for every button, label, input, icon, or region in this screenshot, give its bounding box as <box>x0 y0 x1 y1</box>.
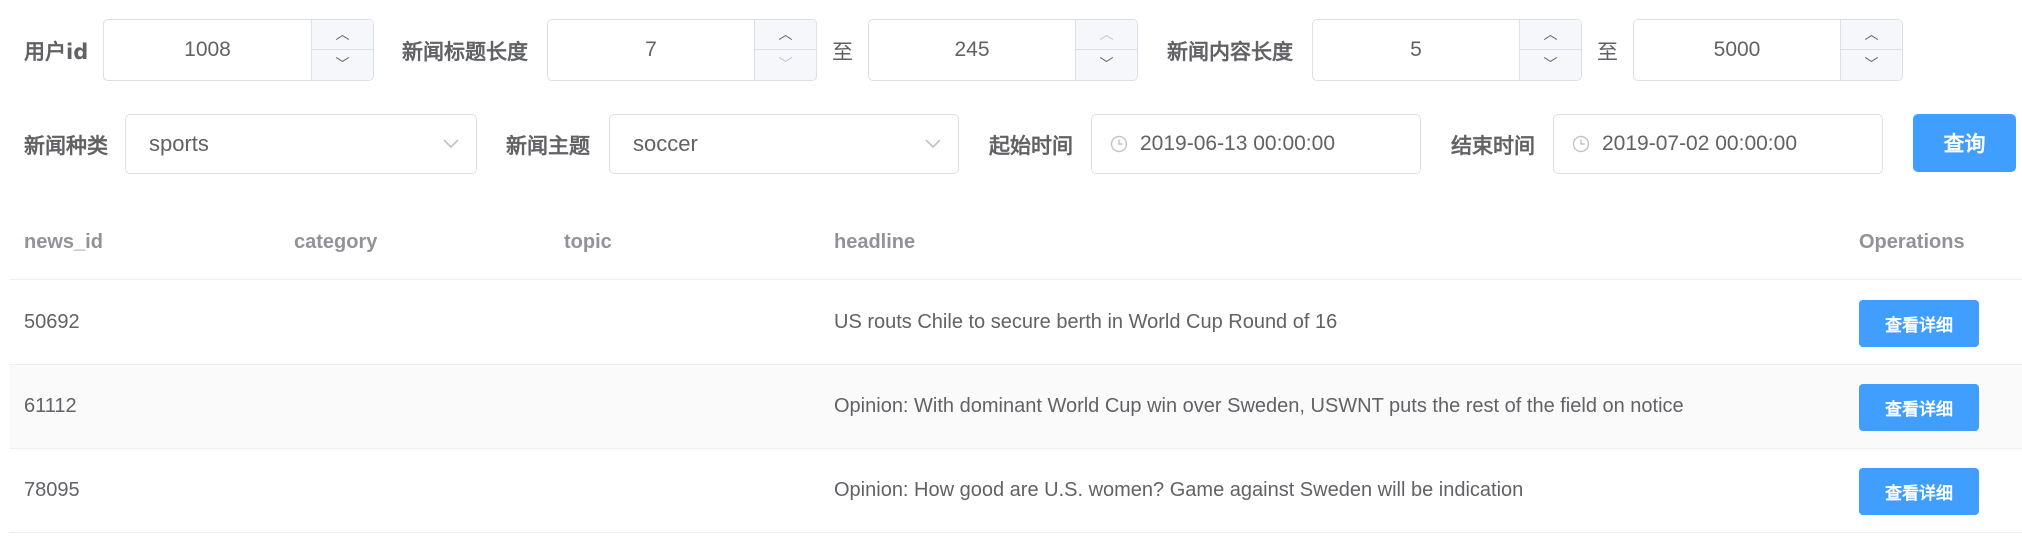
table-row: 61112 Opinion: With dominant World Cup w… <box>9 365 2022 449</box>
title-length-max-decrease-button[interactable]: ﹀ <box>1076 50 1137 80</box>
user-id-decrease-button[interactable]: ﹀ <box>312 50 373 80</box>
content-length-min-stepper[interactable]: ︿ ﹀ <box>1519 20 1581 80</box>
query-button[interactable]: 查询 <box>1913 114 2016 172</box>
chevron-down-icon: ﹀ <box>778 57 793 73</box>
column-header-operations: Operations <box>1859 231 1965 253</box>
content-length-to-label: 至 <box>1597 40 1618 64</box>
topic-label: 新闻主题 <box>506 134 590 158</box>
title-length-max-input[interactable]: 245 ︿ ﹀ <box>868 19 1138 81</box>
user-id-input[interactable]: 1008 ︿ ﹀ <box>103 19 374 81</box>
news-id-cell: 50692 <box>24 311 80 333</box>
chevron-down-icon: ﹀ <box>1864 57 1879 73</box>
end-time-label: 结束时间 <box>1451 134 1535 158</box>
title-length-label: 新闻标题长度 <box>402 40 528 64</box>
table-row: 50692 US routs Chile to secure berth in … <box>9 281 2022 365</box>
chevron-up-icon: ︿ <box>778 26 793 43</box>
title-length-to-label: 至 <box>832 40 853 64</box>
title-length-max-stepper[interactable]: ︿ ﹀ <box>1075 20 1137 80</box>
news-id-cell: 61112 <box>24 395 77 417</box>
chevron-down-icon <box>426 139 476 149</box>
chevron-up-icon: ︿ <box>335 26 350 43</box>
title-length-min-input[interactable]: 7 ︿ ﹀ <box>547 19 817 81</box>
end-time-value: 2019-07-02 00:00:00 <box>1602 132 1797 155</box>
user-id-increase-button[interactable]: ︿ <box>312 20 373 50</box>
headline-cell: Opinion: With dominant World Cup win ove… <box>834 395 1684 417</box>
view-details-button[interactable]: 查看详细 <box>1859 468 1979 515</box>
view-details-button[interactable]: 查看详细 <box>1859 300 1979 347</box>
column-header-topic: topic <box>564 231 612 253</box>
chevron-down-icon <box>908 139 958 149</box>
content-length-max-value[interactable]: 5000 <box>1634 20 1840 80</box>
start-time-label: 起始时间 <box>989 134 1073 158</box>
user-id-value[interactable]: 1008 <box>104 20 311 80</box>
column-header-headline: headline <box>834 231 916 253</box>
title-length-min-value[interactable]: 7 <box>548 20 754 80</box>
topic-select-value: soccer <box>633 131 698 156</box>
title-length-max-value[interactable]: 245 <box>869 20 1075 80</box>
headline-cell: Opinion: How good are U.S. women? Game a… <box>834 479 1524 501</box>
category-select[interactable]: sports <box>125 114 477 174</box>
column-header-category: category <box>294 231 378 253</box>
title-length-max-increase-button[interactable]: ︿ <box>1076 20 1137 50</box>
headline-cell: US routs Chile to secure berth in World … <box>834 311 1338 333</box>
category-label: 新闻种类 <box>24 134 108 158</box>
clock-icon <box>1570 135 1592 153</box>
chevron-down-icon: ﹀ <box>1099 57 1114 73</box>
content-length-max-decrease-button[interactable]: ﹀ <box>1841 50 1902 80</box>
title-length-min-stepper[interactable]: ︿ ﹀ <box>754 20 816 80</box>
end-time-picker[interactable]: 2019-07-02 00:00:00 <box>1553 114 1883 174</box>
chevron-up-icon: ︿ <box>1864 26 1879 43</box>
column-header-news-id: news_id <box>24 231 103 253</box>
content-length-max-input[interactable]: 5000 ︿ ﹀ <box>1633 19 1903 81</box>
content-length-max-stepper[interactable]: ︿ ﹀ <box>1840 20 1902 80</box>
topic-select[interactable]: soccer <box>609 114 959 174</box>
content-length-max-increase-button[interactable]: ︿ <box>1841 20 1902 50</box>
content-length-min-increase-button[interactable]: ︿ <box>1520 20 1581 50</box>
view-details-button[interactable]: 查看详细 <box>1859 384 1979 431</box>
user-id-label: 用户id <box>24 40 89 64</box>
table-row: 78095 Opinion: How good are U.S. women? … <box>9 449 2022 533</box>
content-length-label: 新闻内容长度 <box>1167 40 1293 64</box>
title-length-min-decrease-button[interactable]: ﹀ <box>755 50 816 80</box>
content-length-min-value[interactable]: 5 <box>1313 20 1519 80</box>
category-select-value: sports <box>149 131 209 156</box>
chevron-up-icon: ︿ <box>1099 26 1114 43</box>
start-time-picker[interactable]: 2019-06-13 00:00:00 <box>1091 114 1421 174</box>
start-time-value: 2019-06-13 00:00:00 <box>1140 132 1335 155</box>
user-id-stepper[interactable]: ︿ ﹀ <box>311 20 373 80</box>
chevron-down-icon: ﹀ <box>335 57 350 73</box>
title-length-min-increase-button[interactable]: ︿ <box>755 20 816 50</box>
news-id-cell: 78095 <box>24 479 80 501</box>
chevron-down-icon: ﹀ <box>1543 57 1558 73</box>
content-length-min-input[interactable]: 5 ︿ ﹀ <box>1312 19 1582 81</box>
chevron-up-icon: ︿ <box>1543 26 1558 43</box>
clock-icon <box>1108 135 1130 153</box>
content-length-min-decrease-button[interactable]: ﹀ <box>1520 50 1581 80</box>
